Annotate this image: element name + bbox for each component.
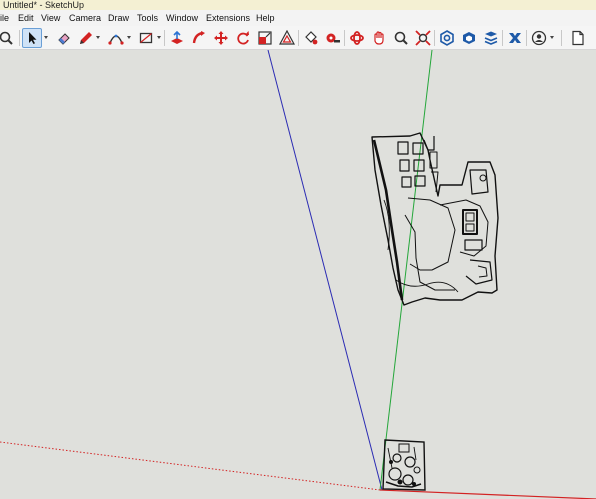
menu-file[interactable]: ile bbox=[0, 10, 9, 26]
push-pull-button[interactable] bbox=[167, 28, 187, 48]
rectangle-dropdown-caret[interactable] bbox=[157, 36, 161, 39]
orbit-button[interactable] bbox=[347, 28, 367, 48]
layout-button[interactable] bbox=[481, 28, 501, 48]
select-button[interactable] bbox=[22, 28, 42, 48]
blue-axis bbox=[267, 50, 383, 491]
select-icon bbox=[29, 32, 37, 44]
select-dropdown-caret[interactable] bbox=[44, 36, 48, 39]
arc-dropdown-caret[interactable] bbox=[127, 36, 131, 39]
zoom-button[interactable] bbox=[0, 28, 16, 48]
eraser-button[interactable] bbox=[54, 28, 74, 48]
model-canvas bbox=[0, 50, 596, 499]
offset-icon bbox=[279, 30, 295, 45]
follow-me-icon bbox=[192, 31, 205, 44]
new-file-button[interactable] bbox=[568, 28, 588, 48]
toolbar-separator bbox=[344, 30, 345, 46]
red-axis-negative bbox=[0, 441, 381, 491]
rectangle-button[interactable] bbox=[136, 28, 156, 48]
arc-button[interactable] bbox=[106, 28, 126, 48]
toolbar-separator bbox=[298, 30, 299, 46]
zoom-icon bbox=[0, 31, 13, 45]
toolbar-separator bbox=[526, 30, 527, 46]
layout-icon bbox=[484, 31, 498, 45]
zoom-extents-button[interactable] bbox=[413, 28, 433, 48]
rotate-button[interactable] bbox=[233, 28, 253, 48]
account-icon bbox=[531, 30, 547, 46]
menu-extensions[interactable]: Extensions bbox=[206, 10, 250, 26]
follow-me-button[interactable] bbox=[189, 28, 209, 48]
pencil-button[interactable] bbox=[76, 28, 96, 48]
title-bar: Untitled* - SketchUp bbox=[0, 0, 596, 10]
toolbar-separator bbox=[434, 30, 435, 46]
menu-edit[interactable]: Edit bbox=[18, 10, 34, 26]
scale-button[interactable] bbox=[255, 28, 275, 48]
account-dropdown-caret[interactable] bbox=[550, 36, 554, 39]
paint-bucket-icon bbox=[305, 31, 318, 45]
rotate-icon bbox=[237, 31, 249, 45]
menu-help[interactable]: Help bbox=[256, 10, 275, 26]
paint-bucket-button[interactable] bbox=[301, 28, 321, 48]
toolbar-separator bbox=[502, 30, 503, 46]
extension-manager-button[interactable] bbox=[505, 28, 525, 48]
red-axis bbox=[379, 489, 596, 499]
pan-icon bbox=[374, 31, 384, 45]
extension-warehouse-icon bbox=[463, 32, 475, 44]
tape-measure-icon bbox=[326, 33, 340, 43]
menu-tools[interactable]: Tools bbox=[137, 10, 158, 26]
toolbar-separator bbox=[561, 30, 562, 46]
menu-draw[interactable]: Draw bbox=[108, 10, 129, 26]
extension-manager-icon bbox=[509, 33, 521, 43]
orbit-icon bbox=[350, 31, 364, 45]
new-file-icon bbox=[572, 30, 584, 46]
tape-measure-button[interactable] bbox=[323, 28, 343, 48]
pencil-dropdown-caret[interactable] bbox=[96, 36, 100, 39]
menu-view[interactable]: View bbox=[41, 10, 60, 26]
menu-window[interactable]: Window bbox=[166, 10, 198, 26]
toolbar-separator bbox=[164, 30, 165, 46]
push-pull-icon bbox=[171, 30, 183, 44]
menu-camera[interactable]: Camera bbox=[69, 10, 101, 26]
pencil-icon bbox=[80, 32, 92, 44]
extension-warehouse-button[interactable] bbox=[459, 28, 479, 48]
move-button[interactable] bbox=[211, 28, 231, 48]
toolbar bbox=[0, 26, 596, 50]
warehouse-button[interactable] bbox=[437, 28, 457, 48]
pan-button[interactable] bbox=[369, 28, 389, 48]
warehouse-icon bbox=[440, 30, 454, 46]
toolbar-separator bbox=[19, 30, 20, 46]
eraser-icon bbox=[58, 33, 70, 45]
offset-button[interactable] bbox=[277, 28, 297, 48]
zoom-tool-icon bbox=[394, 31, 408, 45]
scale-icon bbox=[258, 31, 272, 45]
floor-plan-drawing[interactable] bbox=[371, 132, 499, 306]
window-title: Untitled* - SketchUp bbox=[3, 0, 85, 10]
zoom-extents-icon bbox=[415, 30, 431, 46]
origin-component[interactable] bbox=[382, 439, 426, 491]
move-icon bbox=[214, 31, 228, 45]
drawing-viewport[interactable] bbox=[0, 50, 596, 499]
arc-icon bbox=[108, 34, 124, 45]
account-button[interactable] bbox=[529, 28, 549, 48]
menu-bar: ile Edit View Camera Draw Tools Window E… bbox=[0, 10, 596, 26]
zoom-tool-button[interactable] bbox=[391, 28, 411, 48]
rectangle-icon bbox=[139, 32, 153, 44]
